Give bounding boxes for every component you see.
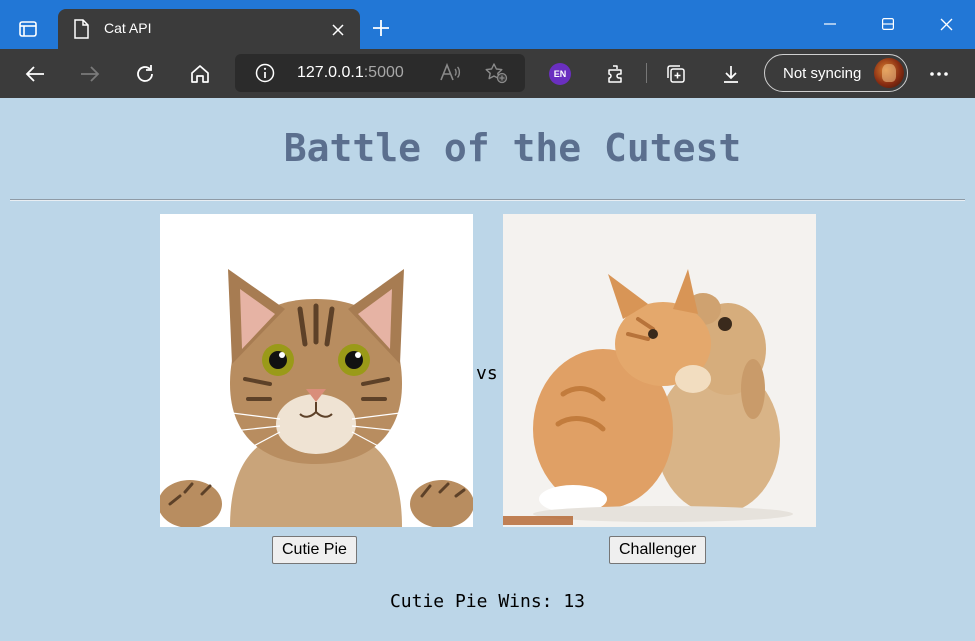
profile-status: Not syncing	[783, 65, 862, 82]
downloads-icon[interactable]	[715, 58, 747, 90]
url-text[interactable]: 127.0.0.1:5000	[297, 64, 404, 82]
vote-cutie-pie-button[interactable]: Cutie Pie	[272, 536, 357, 564]
toolbar-separator	[646, 63, 647, 83]
avatar	[874, 58, 904, 88]
close-window-icon[interactable]	[926, 6, 966, 42]
tab-title: Cat API	[104, 20, 152, 36]
maximize-icon[interactable]	[868, 6, 908, 42]
tabby-cat-photo	[160, 214, 473, 527]
add-favorite-icon[interactable]	[484, 62, 508, 89]
more-options-icon[interactable]	[923, 58, 955, 90]
browser-toolbar: 127.0.0.1:5000 EN Not syncing	[0, 49, 975, 98]
browser-titlebar: Cat API	[0, 0, 975, 49]
back-icon[interactable]	[19, 58, 51, 90]
url-host: 127.0.0.1	[297, 64, 364, 81]
extensions-icon[interactable]	[600, 58, 632, 90]
forward-icon[interactable]	[74, 58, 106, 90]
page-icon	[72, 19, 90, 44]
page-title: Battle of the Cutest	[283, 126, 742, 170]
tab-actions-icon[interactable]	[12, 14, 44, 44]
profile-button[interactable]: Not syncing	[764, 54, 908, 92]
horizontal-rule	[10, 199, 965, 201]
home-icon[interactable]	[184, 58, 216, 90]
vote-challenger-button[interactable]: Challenger	[609, 536, 707, 564]
url-port: :5000	[363, 64, 404, 81]
address-bar[interactable]: 127.0.0.1:5000	[235, 54, 525, 92]
new-tab-icon[interactable]	[367, 14, 395, 42]
kitten-and-bunny-photo	[503, 214, 816, 527]
language-extension-icon[interactable]: EN	[549, 63, 571, 85]
site-info-icon[interactable]	[255, 63, 275, 88]
browser-tab-active[interactable]: Cat API	[58, 9, 360, 49]
read-aloud-icon[interactable]	[439, 62, 461, 89]
versus-label: vs	[476, 363, 498, 384]
wins-counter: Cutie Pie Wins: 13	[389, 591, 586, 612]
collections-icon[interactable]	[660, 58, 692, 90]
minimize-window-icon[interactable]	[810, 6, 850, 42]
refresh-icon[interactable]	[129, 58, 161, 90]
close-tab-icon[interactable]	[326, 19, 350, 41]
